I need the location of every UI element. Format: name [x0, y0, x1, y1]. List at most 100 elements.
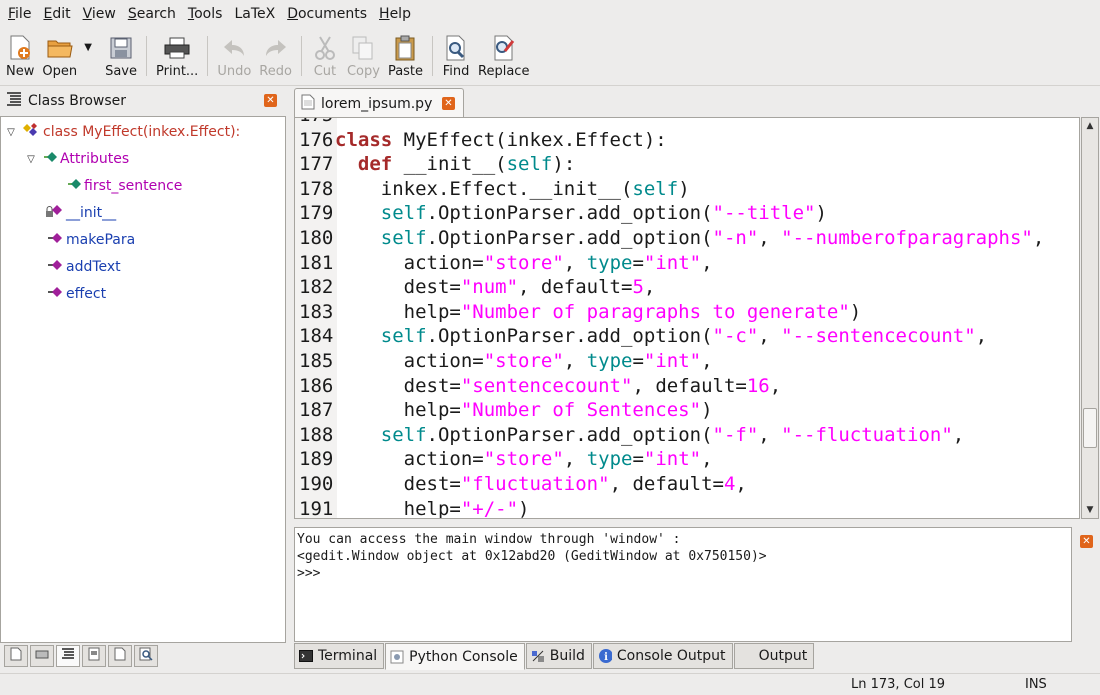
- open-button[interactable]: Open: [38, 28, 81, 84]
- attribute-icon: [67, 178, 81, 194]
- tree-item-label: __init__: [66, 205, 117, 221]
- toolbar-separator: [146, 36, 148, 76]
- cut-label: Cut: [313, 64, 337, 79]
- python-console-icon: [390, 650, 404, 664]
- scroll-up-arrow-icon[interactable]: ▲: [1082, 118, 1098, 134]
- copy-icon: [349, 34, 377, 62]
- side-tab-class-browser[interactable]: [56, 645, 80, 667]
- console-prompt[interactable]: >>>: [297, 565, 1069, 582]
- python-console-output[interactable]: You can access the main window through '…: [294, 527, 1072, 642]
- tree-item-attributes[interactable]: ▽ Attributes: [25, 148, 129, 170]
- menu-label: LaTeX: [234, 6, 276, 22]
- side-tab-documents[interactable]: [4, 645, 28, 667]
- expand-triangle-icon[interactable]: ▽: [25, 153, 37, 165]
- code-line: 186 dest="sentencecount", default=16,: [299, 374, 782, 397]
- menu-label: ools: [194, 6, 223, 22]
- menu-mnemonic: H: [379, 6, 390, 22]
- menu-edit[interactable]: Edit: [37, 0, 76, 28]
- document-icon: [10, 647, 22, 665]
- scrollbar-thumb[interactable]: [1083, 408, 1097, 448]
- line-number: 187: [299, 399, 334, 422]
- open-recent-dropdown[interactable]: ▼: [81, 28, 95, 53]
- cursor-position: Ln 173, Col 19: [851, 677, 946, 692]
- code-line: 185 action="store", type="int",: [299, 349, 713, 372]
- line-number: 179: [299, 202, 334, 225]
- copy-button[interactable]: Copy: [343, 28, 384, 84]
- open-folder-icon: [46, 34, 74, 62]
- new-button[interactable]: New: [2, 28, 38, 84]
- tree-item-effect[interactable]: effect: [47, 283, 106, 305]
- menu-label: ile: [15, 6, 32, 22]
- menu-file[interactable]: File: [2, 0, 37, 28]
- line-number: 191: [299, 497, 334, 519]
- menu-search[interactable]: Search: [122, 0, 182, 28]
- redo-button[interactable]: Redo: [255, 28, 296, 84]
- menu-documents[interactable]: Documents: [281, 0, 373, 28]
- expand-triangle-icon[interactable]: ▽: [5, 126, 17, 138]
- replace-button[interactable]: Replace: [474, 28, 533, 84]
- side-tab-filebrowser[interactable]: [30, 645, 54, 667]
- menu-tools[interactable]: Tools: [182, 0, 229, 28]
- tree-item-init[interactable]: __init__: [45, 202, 116, 224]
- menu-label: iew: [91, 6, 116, 22]
- side-tab-folder[interactable]: [108, 645, 132, 667]
- code-line: 190 dest="fluctuation", default=4,: [299, 472, 747, 495]
- side-tab-search[interactable]: [134, 645, 158, 667]
- tab-label: Terminal: [318, 648, 378, 664]
- scroll-down-arrow-icon[interactable]: ▼: [1082, 502, 1098, 518]
- bottom-panel-close-button[interactable]: ✕: [1080, 535, 1093, 548]
- code-editor[interactable]: 175176class MyEffect(inkex.Effect):177 d…: [294, 117, 1080, 519]
- document-tab[interactable]: lorem_ipsum.py ✕: [294, 88, 464, 118]
- new-document-icon: [6, 34, 34, 62]
- tab-console-output[interactable]: i Console Output: [592, 643, 733, 669]
- code-line: 188 self.OptionParser.add_option("-f", "…: [299, 423, 965, 446]
- tab-build[interactable]: Build: [525, 643, 592, 669]
- info-icon: i: [598, 649, 612, 663]
- tab-output[interactable]: Output: [733, 643, 815, 669]
- tab-label: Output: [758, 648, 808, 664]
- print-button[interactable]: Print...: [152, 28, 202, 84]
- code-line: 177 def __init__(self):: [299, 153, 576, 176]
- menu-label: ocuments: [297, 6, 368, 22]
- line-number: 188: [299, 423, 334, 446]
- editor-vertical-scrollbar[interactable]: ▲ ▼: [1081, 117, 1099, 519]
- line-number: 182: [299, 276, 334, 299]
- code-view[interactable]: 175176class MyEffect(inkex.Effect):177 d…: [299, 118, 1044, 519]
- code-line: 181 action="store", type="int",: [299, 251, 713, 274]
- paste-button[interactable]: Paste: [384, 28, 427, 84]
- code-line: 183 help="Number of paragraphs to genera…: [299, 300, 862, 323]
- cut-button[interactable]: Cut: [307, 28, 343, 84]
- tree-item-addtext[interactable]: addText: [47, 256, 121, 278]
- line-number: 177: [299, 153, 334, 176]
- line-number: 181: [299, 251, 334, 274]
- menu-view[interactable]: View: [77, 0, 122, 28]
- insert-mode[interactable]: INS: [1025, 677, 1047, 692]
- tab-terminal[interactable]: Terminal: [294, 643, 385, 669]
- copy-label: Copy: [346, 64, 380, 79]
- line-number: 178: [299, 177, 334, 200]
- tree-item-first-sentence[interactable]: first_sentence: [67, 175, 182, 197]
- menu-help[interactable]: Help: [373, 0, 417, 28]
- tab-python-console[interactable]: Python Console: [385, 643, 525, 670]
- line-number: 175: [299, 118, 335, 128]
- bottom-panel-tabs: Terminal Python Console Build i Console …: [294, 643, 815, 670]
- terminal-icon: [299, 649, 313, 663]
- tree-item-makepara[interactable]: makePara: [47, 229, 135, 251]
- line-number: 183: [299, 300, 334, 323]
- undo-button[interactable]: Undo: [213, 28, 255, 84]
- save-button[interactable]: Save: [101, 28, 141, 84]
- side-panel-header: Class Browser ✕: [0, 87, 287, 115]
- console-line: <gedit.Window object at 0x12abd20 (Gedit…: [297, 549, 767, 564]
- find-button[interactable]: Find: [438, 28, 474, 84]
- code-line: 184 self.OptionParser.add_option("-c", "…: [299, 325, 988, 348]
- status-bar: Ln 173, Col 19 INS: [0, 673, 1100, 695]
- document-tab-close-button[interactable]: ✕: [442, 97, 455, 110]
- side-panel-close-button[interactable]: ✕: [264, 94, 277, 107]
- tree-item-class[interactable]: ▽ class MyEffect(inkex.Effect):: [5, 121, 240, 143]
- new-label: New: [6, 64, 35, 79]
- private-method-icon: [45, 204, 63, 222]
- side-tab-snippets[interactable]: [82, 645, 106, 667]
- menu-latex[interactable]: LaTeX: [228, 0, 281, 28]
- method-icon: [47, 259, 63, 275]
- scissors-icon: [311, 34, 339, 62]
